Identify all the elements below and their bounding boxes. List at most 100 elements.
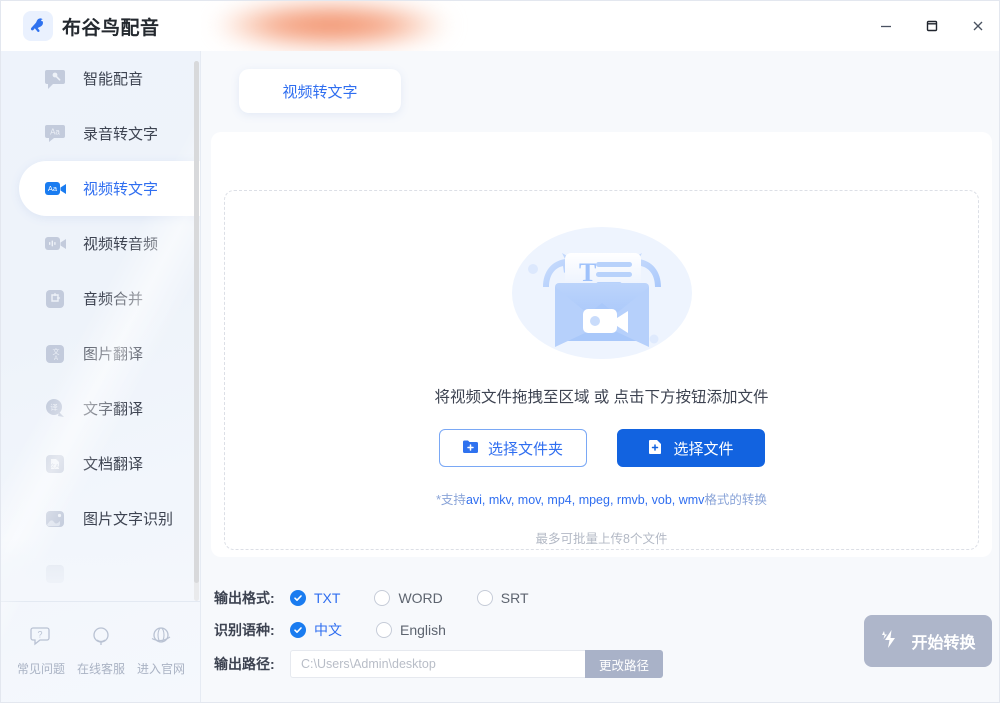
sidebar-scrollbar[interactable]	[194, 61, 199, 601]
headset-support-icon	[89, 624, 113, 653]
sidebar-scrollbar-thumb[interactable]	[194, 61, 199, 583]
language-option-chinese[interactable]: 中文	[290, 620, 342, 640]
format-option-label: TXT	[314, 590, 341, 606]
upload-panel: T 将视频文件拖拽至区域 或 点击下方按钮添加文件 选择文件夹 选择文件 *支持…	[211, 132, 992, 557]
supported-formats-note: *支持avi, mkv, mov, mp4, mpeg, rmvb, vob, …	[436, 489, 767, 508]
close-icon[interactable]	[955, 1, 999, 51]
footer-item-label: 进入官网	[136, 661, 185, 676]
title-bar: 布谷鸟配音	[1, 1, 999, 51]
svg-text:文: 文	[53, 347, 60, 356]
svg-text:T: T	[579, 258, 596, 287]
app-window: 布谷鸟配音 智能配音 Aa 录音转文字 Aa 视频转文字 视频转音频 音频合并 …	[0, 0, 1000, 703]
radio-checked-icon	[290, 590, 306, 606]
footer-item-support[interactable]: 在线客服	[72, 624, 130, 677]
svg-text:文A: 文A	[50, 462, 60, 470]
choose-file-button[interactable]: 选择文件	[616, 429, 765, 467]
footer-item-faq[interactable]: ? 常见问题	[12, 624, 70, 677]
format-option-word[interactable]: WORD	[374, 590, 443, 606]
file-dropzone[interactable]: T 将视频文件拖拽至区域 或 点击下方按钮添加文件 选择文件夹 选择文件 *支持…	[224, 190, 979, 550]
output-path-label: 输出路径:	[214, 656, 275, 672]
brand-name: 布谷鸟配音	[62, 17, 160, 39]
video-to-audio-icon	[43, 231, 69, 257]
sidebar-item-image-translate[interactable]: 文 A 图片翻译	[1, 326, 200, 381]
video-to-text-illustration: T	[507, 221, 697, 373]
dropzone-buttons: 选择文件夹 选择文件	[438, 429, 765, 467]
svg-text:Aa: Aa	[50, 127, 60, 136]
sidebar-item-image-ocr[interactable]: 图片文字识别	[1, 491, 200, 546]
sidebar-item-video-to-text[interactable]: Aa 视频转文字	[19, 161, 200, 216]
sidebar-item-hidden[interactable]	[1, 546, 200, 599]
change-path-button[interactable]: 更改路径	[585, 650, 663, 678]
radio-unchecked-icon	[374, 590, 391, 606]
sidebar-footer: ? 常见问题 在线客服 进入官网	[1, 601, 200, 702]
sidebar-item-label: 视频转音频	[83, 236, 159, 253]
audio-merge-icon	[43, 286, 69, 312]
start-convert-button[interactable]: 开始转换	[864, 615, 992, 667]
footer-item-label: 在线客服	[76, 661, 125, 676]
start-convert-label: 开始转换	[911, 635, 976, 652]
output-format-label: 输出格式:	[214, 590, 275, 606]
main-content: 视频转文字 T 将视频文件拖拽至区域 或 点击下方按钮添加文件 选择文件夹 选择…	[202, 51, 999, 702]
sidebar-item-label: 图片翻译	[83, 346, 144, 363]
svg-text:Aa: Aa	[48, 184, 58, 193]
output-format-row: 输出格式: TXT WORD SRT	[214, 585, 563, 611]
max-files-note: 最多可批量上传8个文件	[535, 532, 668, 546]
document-translate-icon: 文A	[43, 451, 69, 477]
footer-item-website[interactable]: 进入官网	[132, 624, 190, 677]
video-to-text-icon: Aa	[43, 176, 69, 202]
language-row: 识别语种: 中文 English	[214, 617, 480, 643]
language-label: 识别语种:	[214, 622, 275, 638]
audio-to-text-icon: Aa	[43, 121, 69, 147]
sidebar-item-label: 音频合并	[83, 291, 144, 308]
language-option-label: 中文	[314, 622, 342, 638]
format-option-srt[interactable]: SRT	[476, 590, 529, 606]
hidden-item-icon	[43, 561, 69, 587]
sidebar: 智能配音 Aa 录音转文字 Aa 视频转文字 视频转音频 音频合并 文 A 图片…	[1, 51, 201, 702]
sidebar-item-label: 图片文字识别	[83, 511, 174, 528]
tab-bar: 视频转文字	[202, 69, 999, 119]
sidebar-item-label: 视频转文字	[83, 181, 159, 198]
sidebar-nav: 智能配音 Aa 录音转文字 Aa 视频转文字 视频转音频 音频合并 文 A 图片…	[1, 51, 200, 599]
voice-bubble-icon	[43, 66, 69, 92]
sidebar-item-video-to-audio[interactable]: 视频转音频	[1, 216, 200, 271]
image-translate-icon: 文 A	[43, 341, 69, 367]
choose-folder-button[interactable]: 选择文件夹	[438, 429, 587, 467]
format-option-txt[interactable]: TXT	[290, 590, 340, 606]
dropzone-title: 将视频文件拖拽至区域 或 点击下方按钮添加文件	[434, 389, 769, 406]
language-option-english[interactable]: English	[376, 622, 446, 638]
question-circle-icon: ?	[29, 624, 53, 653]
minimize-icon[interactable]	[863, 1, 909, 51]
output-path-input[interactable]: C:\Users\Admin\desktop	[290, 650, 585, 678]
sidebar-item-label: 文档翻译	[83, 456, 144, 473]
tab-video-to-text[interactable]: 视频转文字	[239, 69, 401, 113]
sidebar-item-document-translate[interactable]: 文A 文档翻译	[1, 436, 200, 491]
brand: 布谷鸟配音	[1, 1, 201, 51]
sidebar-item-label: 智能配音	[83, 71, 144, 88]
output-path-row: 输出路径: C:\Users\Admin\desktop 更改路径	[214, 650, 663, 678]
formats-prefix: *支持	[436, 493, 466, 507]
radio-checked-icon	[290, 622, 306, 638]
choose-file-label: 选择文件	[673, 440, 734, 458]
format-option-label: SRT	[500, 590, 529, 606]
sidebar-item-audio-to-text[interactable]: Aa 录音转文字	[1, 106, 200, 161]
footer-item-label: 常见问题	[16, 661, 65, 676]
choose-folder-label: 选择文件夹	[487, 440, 563, 458]
sidebar-item-text-translate[interactable]: 译 文字翻译	[1, 381, 200, 436]
formats-list: avi, mkv, mov, mp4, mpeg, rmvb, vob, wmv	[465, 493, 705, 507]
text-translate-icon: 译	[43, 396, 69, 422]
sidebar-item-label: 录音转文字	[83, 126, 159, 143]
options-area: 输出格式: TXT WORD SRT 识别语种: 中文 English 输出路径…	[202, 579, 999, 702]
file-plus-icon	[647, 438, 664, 459]
sidebar-item-label: 文字翻译	[83, 401, 144, 418]
svg-text:译: 译	[50, 403, 58, 412]
image-ocr-icon	[43, 506, 69, 532]
sidebar-item-audio-merge[interactable]: 音频合并	[1, 271, 200, 326]
globe-icon	[149, 624, 173, 653]
language-option-label: English	[400, 622, 446, 638]
svg-text:A: A	[54, 356, 58, 362]
folder-plus-icon	[462, 438, 479, 459]
redacted-title-banner	[201, 1, 496, 51]
window-controls	[863, 1, 999, 51]
sidebar-item-smart-dubbing[interactable]: 智能配音	[1, 51, 200, 106]
maximize-icon[interactable]	[909, 1, 955, 51]
